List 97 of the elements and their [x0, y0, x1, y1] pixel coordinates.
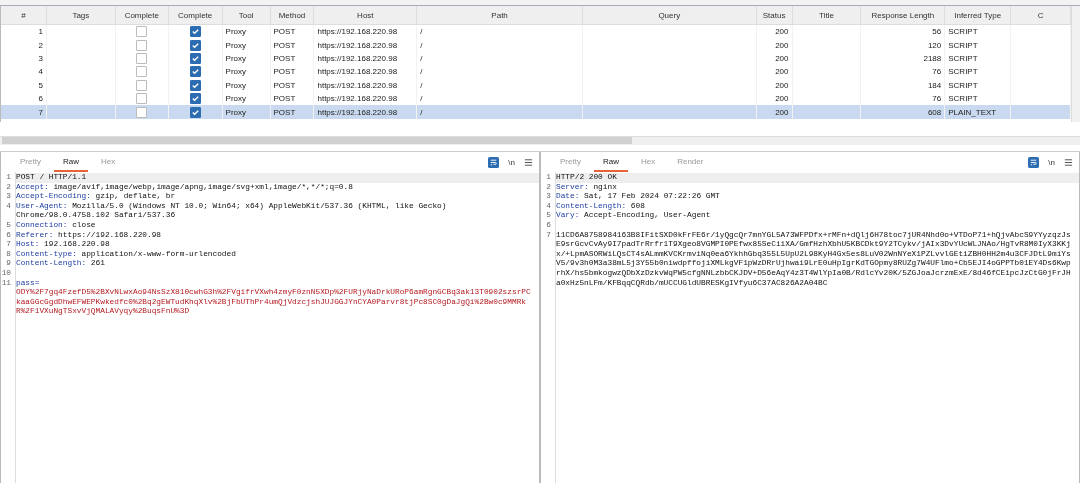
- table-row[interactable]: 3 Proxy POST https://192.168.220.98 / 200 2188 SCRIPT: [1, 51, 1071, 66]
- table-cell: Proxy: [225, 107, 247, 117]
- table-cell: https://192.168.220.98: [317, 94, 398, 104]
- table-cell: /: [420, 27, 423, 37]
- table-cell: 56: [932, 27, 942, 37]
- menu-icon[interactable]: [524, 157, 533, 167]
- table-cell: POST: [273, 40, 296, 50]
- checkbox[interactable]: [189, 66, 201, 78]
- table-cell: Proxy: [225, 67, 247, 77]
- table-cell: /: [420, 67, 423, 77]
- table-cell: SCRIPT: [948, 53, 978, 63]
- table-cell: https://192.168.220.98: [317, 107, 398, 117]
- table-cell: SCRIPT: [948, 80, 978, 90]
- checkbox[interactable]: [189, 26, 201, 38]
- checkbox[interactable]: [136, 79, 148, 91]
- table-row[interactable]: 4 Proxy POST https://192.168.220.98 / 200 76 SCRIPT: [1, 65, 1071, 79]
- column-header[interactable]: Query: [582, 6, 757, 24]
- wrap-lines-icon[interactable]: [1028, 156, 1040, 168]
- table-cell: 76: [932, 94, 942, 104]
- checkbox[interactable]: [136, 39, 148, 51]
- table-cell: 200: [775, 80, 789, 90]
- checkbox[interactable]: [136, 93, 148, 105]
- checkbox[interactable]: [136, 106, 148, 118]
- column-header[interactable]: Complete: [168, 6, 223, 24]
- table-cell: 184: [927, 80, 942, 90]
- table-cell: 200: [775, 67, 789, 77]
- table-cell: https://192.168.220.98: [317, 80, 398, 90]
- checkbox[interactable]: [136, 52, 148, 64]
- column-header[interactable]: Tags: [46, 6, 116, 24]
- table-cell: 2: [38, 40, 43, 50]
- table-cell: 6: [38, 94, 43, 104]
- table-cell: https://192.168.220.98: [317, 27, 398, 37]
- table-cell: POST: [273, 107, 296, 117]
- table-row[interactable]: 7 Proxy POST https://192.168.220.98 / 200 608 PLAIN_TEXT: [1, 105, 1071, 119]
- table-cell: SCRIPT: [948, 67, 978, 77]
- table-cell: Proxy: [225, 27, 247, 37]
- newline-toggle[interactable]: \n: [1048, 157, 1055, 167]
- checkbox[interactable]: [136, 26, 148, 38]
- table-cell: 2188: [923, 53, 942, 63]
- table-cell: 200: [775, 27, 789, 37]
- column-header[interactable]: Inferred Type: [945, 6, 1012, 24]
- table-row[interactable]: 2 Proxy POST https://192.168.220.98 / 200 120 SCRIPT: [1, 38, 1071, 52]
- table-cell: PLAIN_TEXT: [948, 107, 997, 117]
- table-cell: 200: [775, 53, 789, 63]
- table-cell: 200: [775, 40, 789, 50]
- scrollbar[interactable]: [1071, 6, 1080, 122]
- table-cell: POST: [273, 53, 296, 63]
- table-cell: https://192.168.220.98: [317, 67, 398, 77]
- table-cell: 76: [932, 67, 942, 77]
- table-cell: 1: [38, 27, 43, 37]
- checkbox[interactable]: [189, 79, 201, 91]
- table-cell: POST: [273, 27, 296, 37]
- column-header[interactable]: Path: [417, 6, 583, 24]
- column-header[interactable]: Response Length: [861, 6, 946, 24]
- scrollbar-thumb[interactable]: [2, 137, 632, 144]
- table-cell: 608: [927, 107, 942, 117]
- table-cell: https://192.168.220.98: [317, 53, 398, 63]
- table-cell: /: [420, 80, 423, 90]
- column-header[interactable]: Host: [314, 6, 418, 24]
- table-cell: 5: [38, 80, 43, 90]
- column-header[interactable]: Tool: [222, 6, 271, 24]
- table-cell: POST: [273, 94, 296, 104]
- table-cell: Proxy: [225, 40, 247, 50]
- table-cell: /: [420, 94, 423, 104]
- table-cell: POST: [273, 67, 296, 77]
- table-cell: https://192.168.220.98: [317, 40, 398, 50]
- table-cell: Proxy: [225, 80, 247, 90]
- checkbox[interactable]: [136, 66, 148, 78]
- table-cell: 200: [775, 94, 789, 104]
- table-cell: 7: [38, 107, 43, 117]
- checkbox[interactable]: [189, 93, 201, 105]
- table-row[interactable]: 5 Proxy POST https://192.168.220.98 / 200 184 SCRIPT: [1, 78, 1071, 92]
- table-cell: POST: [273, 80, 296, 90]
- checkbox[interactable]: [189, 39, 201, 51]
- column-header[interactable]: Status: [756, 6, 793, 24]
- table-cell: Proxy: [225, 94, 247, 104]
- checkbox[interactable]: [189, 52, 201, 64]
- column-header[interactable]: Title: [792, 6, 862, 24]
- table-cell: /: [420, 53, 423, 63]
- menu-icon[interactable]: [1064, 157, 1073, 167]
- table-cell: 200: [775, 107, 789, 117]
- column-header[interactable]: Complete: [115, 6, 169, 24]
- table-cell: SCRIPT: [948, 94, 978, 104]
- table-cell: Proxy: [225, 53, 247, 63]
- table-cell: 3: [38, 53, 43, 63]
- column-header[interactable]: Method: [270, 6, 315, 24]
- table-row[interactable]: 1 Proxy POST https://192.168.220.98 / 200 56 SCRIPT: [1, 25, 1071, 39]
- table-cell: 4: [38, 67, 43, 77]
- checkbox[interactable]: [189, 106, 201, 118]
- wrap-lines-icon[interactable]: [488, 156, 500, 168]
- column-header[interactable]: #: [1, 6, 47, 24]
- table-cell: SCRIPT: [948, 40, 978, 50]
- newline-toggle[interactable]: \n: [508, 157, 515, 167]
- table-cell: /: [420, 40, 423, 50]
- table-cell: 120: [927, 40, 942, 50]
- table-cell: /: [420, 107, 423, 117]
- table-cell: SCRIPT: [948, 27, 978, 37]
